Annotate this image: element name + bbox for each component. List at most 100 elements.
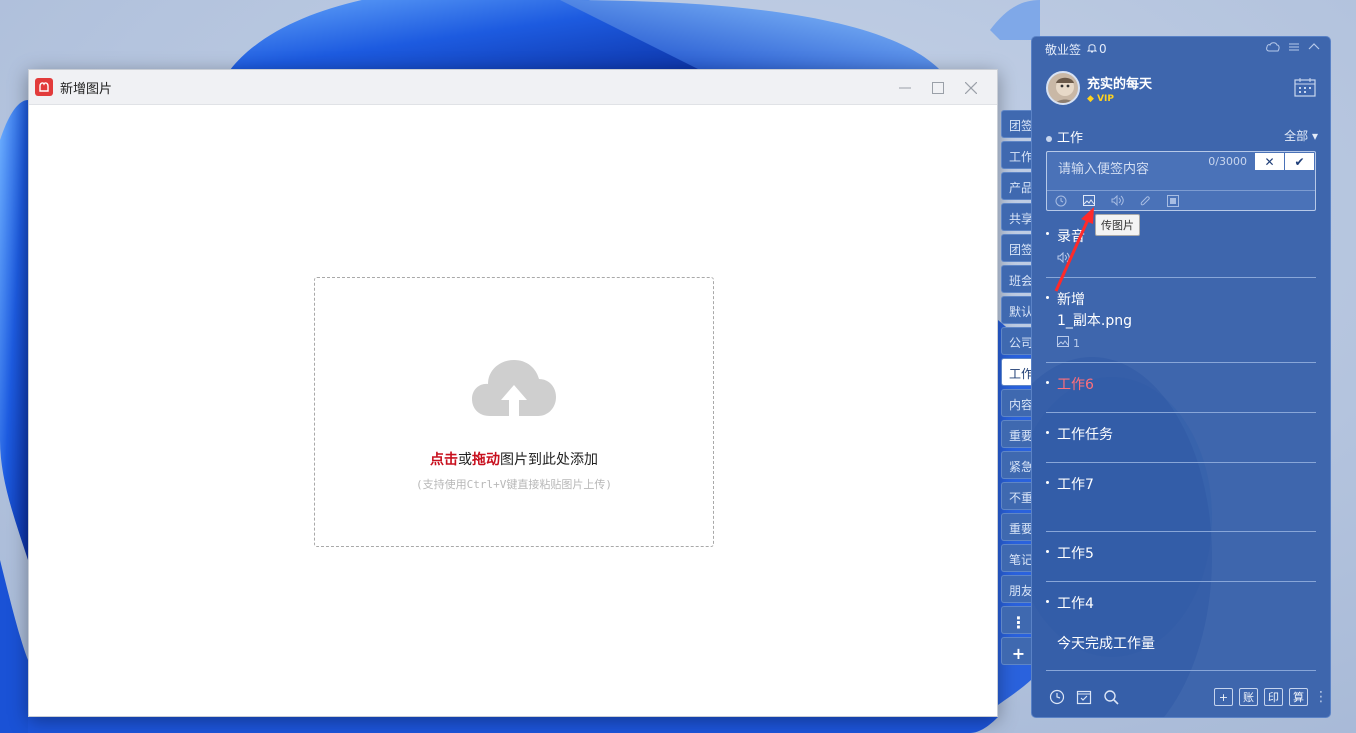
current-category: 工作 xyxy=(1057,131,1084,146)
category-tab[interactable]: 班会 xyxy=(1001,265,1035,293)
image-icon xyxy=(1057,336,1069,350)
note-input-placeholder[interactable]: 请输入便签内容 xyxy=(1058,158,1149,177)
vip-badge: ◆ VIP xyxy=(1087,94,1152,104)
close-button[interactable] xyxy=(954,70,987,105)
minimize-button[interactable] xyxy=(888,70,921,105)
vip-label: VIP xyxy=(1097,93,1114,104)
drag-label: 拖动 xyxy=(472,452,500,468)
note-text: 新增 1_副本.png xyxy=(1057,292,1133,329)
user-name: 充实的每天 xyxy=(1087,76,1153,92)
more-categories-button[interactable]: ⋮ xyxy=(1001,606,1035,634)
search-icon[interactable] xyxy=(1101,687,1121,707)
panel-topbar: 敬业签 0 xyxy=(1032,37,1330,61)
note-bullet xyxy=(1046,431,1049,434)
category-tab[interactable]: 重要 xyxy=(1001,513,1035,541)
notification-count: 0 xyxy=(1099,42,1107,56)
add-category-button[interactable]: + xyxy=(1001,637,1035,665)
paste-hint: (支持使用Ctrl+V键直接粘贴图片上传) xyxy=(416,478,612,491)
category-tab[interactable]: 不重 xyxy=(1001,482,1035,510)
upload-image-tooltip: 传图片 xyxy=(1095,214,1140,236)
click-link[interactable]: 点击 xyxy=(430,452,458,468)
panel-bottombar: + 账 印 算 ⋮ xyxy=(1032,677,1330,717)
dialog-title: 新增图片 xyxy=(60,81,113,97)
category-tab-active[interactable]: 工作 xyxy=(1001,358,1035,386)
notification-button[interactable]: 0 xyxy=(1086,42,1107,56)
confirm-note-button[interactable]: ✔ xyxy=(1285,153,1314,170)
maximize-button[interactable] xyxy=(921,70,954,105)
category-tab[interactable]: 团签 xyxy=(1001,110,1035,138)
cloud-upload-icon xyxy=(472,358,556,424)
list-item[interactable]: 工作7 xyxy=(1046,463,1316,532)
app-logo-icon xyxy=(35,78,53,96)
category-tab[interactable]: 公司 xyxy=(1001,327,1035,355)
user-profile[interactable]: 充实的每天 ◆ VIP xyxy=(1046,71,1152,105)
list-item[interactable]: 工作6 xyxy=(1046,363,1316,413)
caret-down-icon: ▾ xyxy=(1311,129,1318,143)
calculator-button[interactable]: 算 xyxy=(1289,688,1308,706)
category-tab[interactable]: 团签 xyxy=(1001,234,1035,262)
bottom-left-tools xyxy=(1047,687,1121,707)
list-item[interactable]: 工作任务 xyxy=(1046,413,1316,463)
audio-icon[interactable] xyxy=(1103,191,1131,211)
sticky-notes-panel: 敬业签 0 充实的每天 ◆ VIP 工作 全部 ▾ 请输入便签内容 0/3000… xyxy=(1031,36,1331,718)
bottom-right-tools: + 账 印 算 ⋮ xyxy=(1214,688,1328,706)
note-bullet xyxy=(1046,296,1049,299)
hint-rest: 图片到此处添加 xyxy=(500,452,598,468)
menu-icon[interactable] xyxy=(1288,41,1300,56)
image-count: 1 xyxy=(1073,336,1080,350)
note-text: 工作5 xyxy=(1057,546,1094,562)
category-tabs: 团签 工作 产品 共享 团签 班会 默认 公司 工作 内容 重要 紧急 不重 重… xyxy=(1001,110,1035,668)
category-tab[interactable]: 重要 xyxy=(1001,420,1035,448)
accounting-button[interactable]: 账 xyxy=(1239,688,1258,706)
current-category-row: 工作 全部 ▾ xyxy=(1046,127,1318,146)
filter-dropdown[interactable]: 全部 ▾ xyxy=(1284,127,1318,144)
category-tab[interactable]: 产品 xyxy=(1001,172,1035,200)
list-item[interactable]: 工作5 xyxy=(1046,532,1316,582)
cancel-note-button[interactable]: ✕ xyxy=(1255,153,1284,170)
cloud-sync-icon[interactable] xyxy=(1266,41,1280,56)
category-tab[interactable]: 内容 xyxy=(1001,389,1035,417)
category-tab[interactable]: 默认 xyxy=(1001,296,1035,324)
note-text: 工作6 xyxy=(1057,377,1094,393)
avatar[interactable] xyxy=(1046,71,1080,105)
category-tab[interactable]: 共享 xyxy=(1001,203,1035,231)
annotation-arrow xyxy=(1054,207,1094,292)
note-bullet xyxy=(1046,600,1049,603)
diamond-icon: ◆ xyxy=(1087,93,1094,104)
collapse-icon[interactable] xyxy=(1308,41,1320,56)
note-text: 工作任务 xyxy=(1057,427,1113,443)
note-bullet xyxy=(1046,550,1049,553)
note-text: 工作7 xyxy=(1057,477,1094,493)
note-bullet xyxy=(1046,381,1049,384)
note-editor[interactable]: 请输入便签内容 0/3000 ✕ ✔ xyxy=(1046,151,1316,211)
dropzone-hint: 点击或拖动图片到此处添加 xyxy=(315,449,713,469)
window-controls xyxy=(888,70,987,105)
char-counter: 0/3000 xyxy=(1208,155,1247,168)
todo-check-icon[interactable] xyxy=(1074,687,1094,707)
format-icon[interactable] xyxy=(1159,191,1187,211)
bell-icon xyxy=(1086,42,1098,56)
attachment-icon[interactable] xyxy=(1131,191,1159,211)
category-dot xyxy=(1046,135,1052,142)
more-dots-icon[interactable]: ⋮ xyxy=(1314,688,1328,706)
hint-or: 或 xyxy=(458,452,472,468)
filter-label: 全部 xyxy=(1284,129,1309,143)
history-clock-icon[interactable] xyxy=(1047,687,1067,707)
panel-window-icons xyxy=(1266,41,1320,56)
list-item[interactable]: 工作4 今天完成工作量 xyxy=(1046,582,1316,671)
add-note-button[interactable]: + xyxy=(1214,688,1233,706)
category-tab[interactable]: 工作 xyxy=(1001,141,1035,169)
category-tab[interactable]: 紧急 xyxy=(1001,451,1035,479)
note-meta: 1 xyxy=(1057,336,1316,350)
calendar-icon[interactable] xyxy=(1294,77,1316,101)
note-bullet xyxy=(1046,232,1049,235)
app-name: 敬业签 xyxy=(1045,42,1082,57)
print-button[interactable]: 印 xyxy=(1264,688,1283,706)
category-tab[interactable]: 朋友 xyxy=(1001,575,1035,603)
image-dropzone[interactable]: 点击或拖动图片到此处添加 (支持使用Ctrl+V键直接粘贴图片上传) xyxy=(314,277,714,547)
dialog-titlebar: 新增图片 xyxy=(29,70,997,105)
category-tab[interactable]: 笔记 xyxy=(1001,544,1035,572)
note-bullet xyxy=(1046,481,1049,484)
add-image-dialog: 新增图片 点击或拖动图片到此处添加 (支持使用Ctrl+V键直接粘贴图片上传) xyxy=(28,69,998,717)
note-text: 工作4 今天完成工作量 xyxy=(1057,596,1155,652)
